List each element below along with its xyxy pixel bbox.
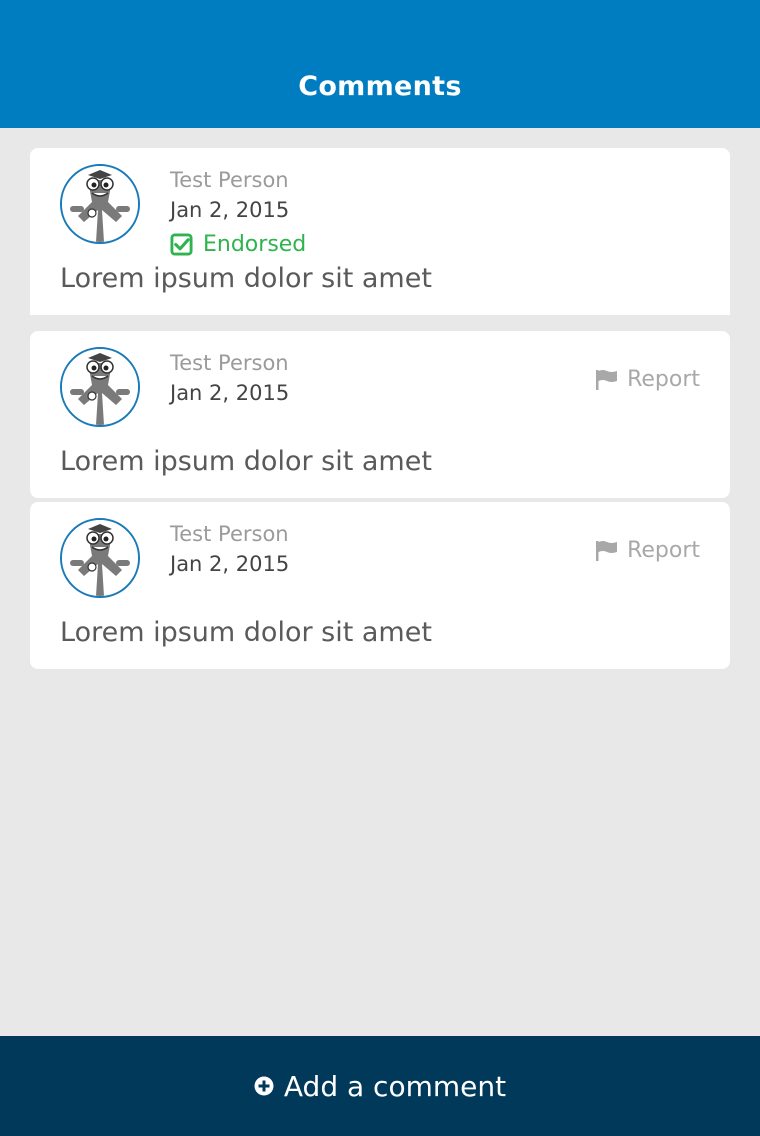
page-title: Comments	[298, 71, 462, 102]
comment-date: Jan 2, 2015	[170, 198, 290, 222]
report-label: Report	[627, 367, 700, 392]
report-button[interactable]: Report	[595, 367, 700, 392]
endorsed-label: Endorsed	[203, 232, 307, 257]
comment-card: Test Person Jan 2, 2015 Endorsed Lorem i…	[30, 148, 730, 315]
comment-author: Test Person	[170, 168, 289, 192]
avatar	[60, 347, 140, 427]
comment-text: Lorem ipsum dolor sit amet	[60, 617, 432, 648]
report-button[interactable]: Report	[595, 538, 700, 563]
comment-date: Jan 2, 2015	[170, 381, 290, 405]
comment-text: Lorem ipsum dolor sit amet	[60, 446, 432, 477]
flag-icon	[596, 369, 618, 390]
mascot-avatar-icon	[62, 166, 138, 242]
flag-icon	[596, 540, 618, 561]
comment-date: Jan 2, 2015	[170, 552, 290, 576]
add-comment-label: Add a comment	[283, 1069, 507, 1103]
avatar	[60, 164, 140, 244]
comment-card: Test Person Jan 2, 2015 Report Lorem ips…	[30, 331, 730, 498]
avatar	[60, 518, 140, 598]
comment-text: Lorem ipsum dolor sit amet	[60, 263, 432, 294]
comment-author: Test Person	[170, 351, 289, 375]
comment-card: Test Person Jan 2, 2015 Report Lorem ips…	[30, 502, 730, 669]
add-comment-button[interactable]: Add a comment	[0, 1036, 760, 1136]
mascot-avatar-icon	[62, 520, 138, 596]
report-label: Report	[627, 538, 700, 563]
plus-circle-icon	[254, 1076, 274, 1096]
header-bar: Comments	[0, 0, 760, 128]
comment-author: Test Person	[170, 522, 289, 546]
endorsed-badge: Endorsed	[170, 232, 306, 257]
checkbox-checked-icon	[170, 233, 193, 256]
mascot-avatar-icon	[62, 349, 138, 425]
